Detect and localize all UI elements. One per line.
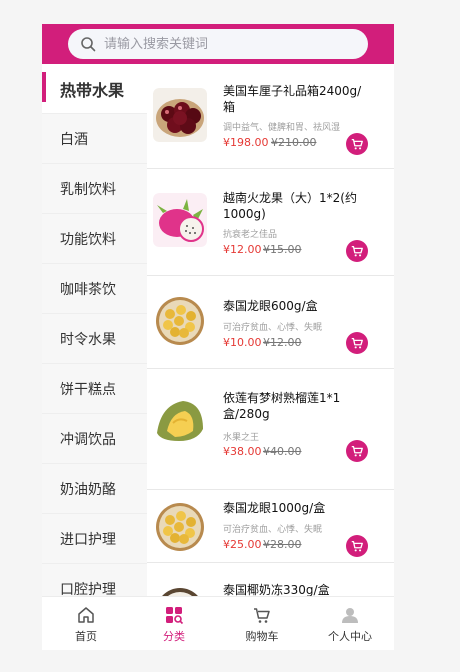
tab-category[interactable]: 分类 <box>130 597 218 650</box>
product-desc: 调中益气、健脾和胃、祛风湿 <box>223 123 341 133</box>
add-to-cart-button[interactable] <box>346 332 368 354</box>
durian-image <box>153 393 207 447</box>
sidebar-item-label: 进口护理 <box>60 531 116 548</box>
product-card[interactable]: 美国车厘子礼品箱2400g/箱 调中益气、健脾和胃、祛风湿 ¥198.00 ¥2… <box>147 64 394 169</box>
product-desc: 水果之王 <box>223 433 260 443</box>
product-card[interactable]: 泰国龙眼1000g/盒 可治疗贫血、心悸、失眠 ¥25.00 ¥28.00 <box>147 490 394 563</box>
product-price: ¥12.00 <box>223 243 262 256</box>
product-price: ¥10.00 <box>223 336 262 349</box>
tab-label: 首页 <box>75 629 97 643</box>
cart-icon <box>351 138 363 150</box>
search-icon <box>81 37 96 52</box>
search-header <box>42 24 394 64</box>
product-old-price: ¥15.00 <box>263 243 302 256</box>
sidebar-item-cream-cheese[interactable]: 奶油奶酪 <box>42 464 147 514</box>
home-icon <box>78 606 94 623</box>
sidebar-item-label: 口腔护理 <box>60 581 116 597</box>
add-to-cart-button[interactable] <box>346 535 368 557</box>
product-title: 泰国椰奶冻330g/盒 <box>223 583 330 596</box>
tab-label: 分类 <box>163 629 185 643</box>
cart-icon <box>351 245 363 257</box>
sidebar-item-label: 白酒 <box>60 131 88 148</box>
cherry-image <box>153 88 207 142</box>
dragonfruit-image <box>153 193 207 247</box>
sidebar-item-label: 功能饮料 <box>60 231 116 248</box>
add-to-cart-button[interactable] <box>346 440 368 462</box>
tab-label: 购物车 <box>245 629 279 643</box>
sidebar-item-label: 时令水果 <box>60 331 116 348</box>
cart-icon <box>254 607 270 623</box>
product-title: 美国车厘子礼品箱2400g/箱 <box>223 84 362 114</box>
sidebar-item-label: 冲调饮品 <box>60 431 116 448</box>
product-title: 越南火龙果（大）1*2(约1000g) <box>223 191 357 221</box>
sidebar-item-tropical-fruit[interactable]: 热带水果 <box>42 64 147 114</box>
sidebar-item-label: 乳制饮料 <box>60 181 116 198</box>
cart-icon <box>351 337 363 349</box>
sidebar-item-label: 咖啡茶饮 <box>60 281 116 298</box>
product-list: 美国车厘子礼品箱2400g/箱 调中益气、健脾和胃、祛风湿 ¥198.00 ¥2… <box>147 64 394 596</box>
sidebar-item-seasonal-fruit[interactable]: 时令水果 <box>42 314 147 364</box>
category-icon <box>166 606 184 624</box>
tab-label: 个人中心 <box>328 629 372 643</box>
search-box[interactable] <box>68 29 368 59</box>
product-desc: 抗衰老之佳品 <box>223 230 278 240</box>
product-card[interactable]: 依莲有梦树熟榴莲1*1盒/280g 水果之王 ¥38.00 ¥40.00 <box>147 369 394 490</box>
product-old-price: ¥40.00 <box>263 445 302 458</box>
product-title: 依莲有梦树熟榴莲1*1盒/280g <box>223 391 341 421</box>
search-input[interactable] <box>102 35 346 53</box>
tab-home[interactable]: 首页 <box>42 597 130 650</box>
cart-icon <box>351 540 363 552</box>
product-old-price: ¥12.00 <box>263 336 302 349</box>
sidebar-item-baijiu[interactable]: 白酒 <box>42 114 147 164</box>
longan-image <box>153 294 207 348</box>
product-old-price: ¥28.00 <box>263 538 302 551</box>
sidebar-item-label: 饼干糕点 <box>60 381 116 398</box>
tab-cart[interactable]: 购物车 <box>218 597 306 650</box>
sidebar-item-label: 热带水果 <box>60 80 125 100</box>
product-price: ¥25.00 <box>223 538 262 551</box>
add-to-cart-button[interactable] <box>346 133 368 155</box>
cart-icon <box>351 445 363 457</box>
product-price: ¥38.00 <box>223 445 262 458</box>
sidebar-item-instant-drinks[interactable]: 冲调饮品 <box>42 414 147 464</box>
longan-image <box>153 500 207 554</box>
coconut-image <box>153 585 207 596</box>
product-price: ¥198.00 <box>223 136 269 149</box>
product-desc: 可治疗贫血、心悸、失眠 <box>223 525 323 535</box>
sidebar-item-dairy-drinks[interactable]: 乳制饮料 <box>42 164 147 214</box>
product-title: 泰国龙眼1000g/盒 <box>223 501 326 515</box>
add-to-cart-button[interactable] <box>346 240 368 262</box>
category-sidebar: 热带水果 白酒 乳制饮料 功能饮料 咖啡茶饮 时令水果 饼干糕点 冲调饮品 奶油… <box>42 64 147 596</box>
tab-profile[interactable]: 个人中心 <box>306 597 394 650</box>
sidebar-item-energy-drinks[interactable]: 功能饮料 <box>42 214 147 264</box>
product-title: 泰国龙眼600g/盒 <box>223 299 318 313</box>
sidebar-item-label: 奶油奶酪 <box>60 481 116 498</box>
sidebar-item-biscuits[interactable]: 饼干糕点 <box>42 364 147 414</box>
sidebar-item-coffee-tea[interactable]: 咖啡茶饮 <box>42 264 147 314</box>
product-old-price: ¥210.00 <box>271 136 317 149</box>
product-card[interactable]: 泰国龙眼600g/盒 可治疗贫血、心悸、失眠 ¥10.00 ¥12.00 <box>147 276 394 369</box>
app-screen: 热带水果 白酒 乳制饮料 功能饮料 咖啡茶饮 时令水果 饼干糕点 冲调饮品 奶油… <box>42 24 394 650</box>
sidebar-item-imported-care[interactable]: 进口护理 <box>42 514 147 564</box>
sidebar-item-oral-care[interactable]: 口腔护理 <box>42 564 147 597</box>
user-icon <box>342 607 358 623</box>
product-desc: 可治疗贫血、心悸、失眠 <box>223 323 323 333</box>
product-card[interactable]: 泰国椰奶冻330g/盒 <box>147 563 394 596</box>
product-card[interactable]: 越南火龙果（大）1*2(约1000g) 抗衰老之佳品 ¥12.00 ¥15.00 <box>147 169 394 276</box>
bottom-tab-bar: 首页 分类 购物车 个人中心 <box>42 596 394 650</box>
